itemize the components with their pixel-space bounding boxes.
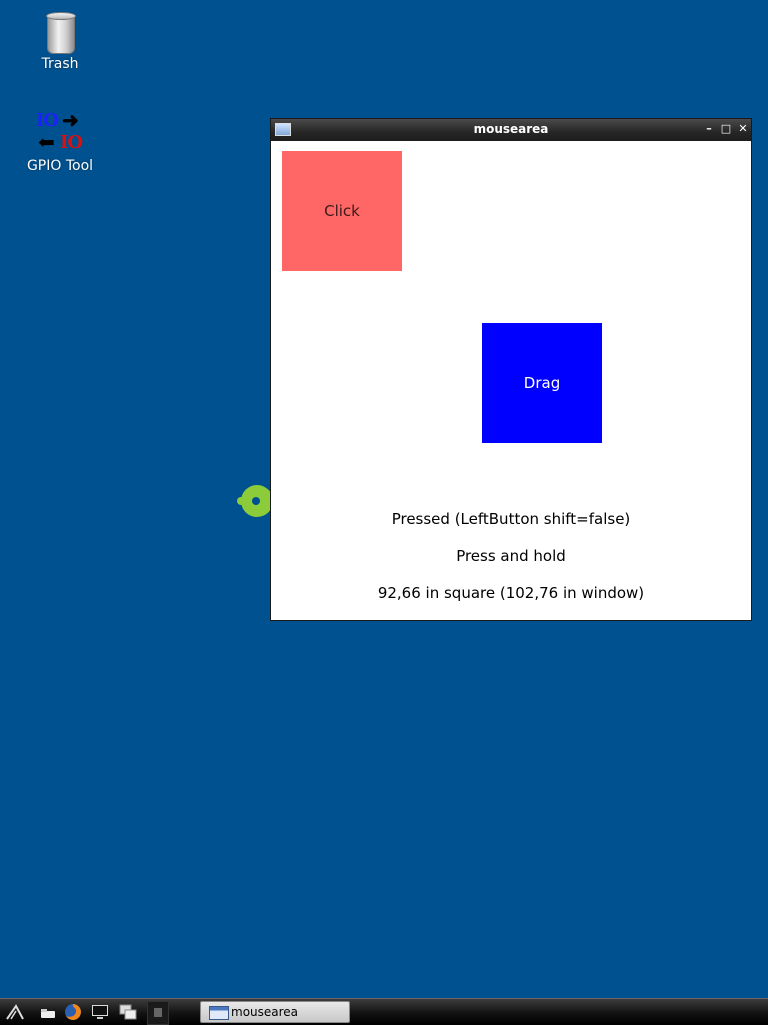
file-manager-icon[interactable]: [39, 1003, 57, 1021]
drag-area-label: Drag: [523, 374, 561, 392]
minimize-button[interactable]: –: [702, 122, 716, 136]
menu-icon[interactable]: [6, 1003, 24, 1021]
click-area[interactable]: Click: [282, 151, 402, 271]
status-hold: Press and hold: [456, 547, 566, 565]
window-content: Click Drag Pressed (LeftButton shift=fal…: [271, 141, 751, 620]
taskbar-item-mousearea[interactable]: mousearea: [200, 1001, 350, 1023]
browser-icon[interactable]: [64, 1003, 82, 1021]
gpio-tool-icon: IO ➜ ⬅ IO: [36, 108, 83, 154]
terminal-icon[interactable]: [91, 1003, 109, 1021]
mousearea-window: mousearea – □ ✕ Click Drag Pressed (Left…: [270, 118, 752, 621]
window-title: mousearea: [473, 122, 549, 136]
desktop-icon-label: GPIO Tool: [26, 158, 94, 174]
click-area-label: Click: [324, 202, 360, 220]
taskbar-item-label: mousearea: [231, 1005, 299, 1019]
desktop-icon-trash[interactable]: Trash: [15, 12, 105, 72]
drag-area[interactable]: Drag: [482, 323, 602, 443]
window-icon: [209, 1006, 229, 1020]
taskbar: mousearea: [0, 998, 768, 1025]
trash-icon: [45, 12, 76, 54]
desktop-switcher[interactable]: [147, 1001, 169, 1025]
status-position: 92,66 in square (102,76 in window): [377, 584, 645, 602]
blob-icon: [237, 485, 271, 517]
maximize-button[interactable]: □: [719, 122, 733, 136]
workspace-icon: [154, 1008, 162, 1017]
window-titlebar[interactable]: mousearea – □ ✕: [271, 119, 751, 141]
close-button[interactable]: ✕: [736, 122, 750, 136]
desktop-icon-gpio-tool[interactable]: IO ➜ ⬅ IO GPIO Tool: [15, 108, 105, 174]
status-pressed: Pressed (LeftButton shift=false): [391, 510, 631, 528]
desktop-icon-label: Trash: [41, 56, 79, 72]
windows-icon[interactable]: [119, 1003, 137, 1021]
